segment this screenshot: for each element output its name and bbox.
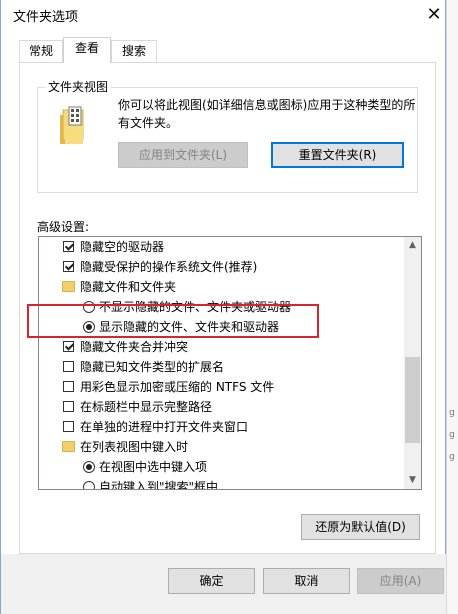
folder-views-description: 你可以将此视图(如详细信息或图标)应用于这种类型的所有文件夹。 — [118, 98, 416, 130]
vertical-scrollbar[interactable]: ▲ ▼ — [404, 237, 421, 489]
list-item-label: 在单独的进程中打开文件夹窗口 — [80, 420, 249, 434]
list-item-label: 在标题栏中显示完整路径 — [80, 400, 213, 414]
window-title: 文件夹选项 — [13, 10, 79, 25]
list-item-label: 隐藏受保护的操作系统文件(推荐) — [80, 260, 258, 274]
folder-view-icon — [60, 106, 84, 144]
checkbox[interactable] — [63, 421, 74, 432]
tab-view[interactable]: 查看 — [63, 37, 111, 63]
reset-folders-button[interactable]: 重置文件夹(R) — [271, 142, 404, 168]
advanced-settings-label: 高级设置: — [37, 220, 90, 234]
ok-button[interactable]: 确定 — [168, 568, 255, 594]
checkbox[interactable] — [63, 381, 74, 392]
list-item-label: 在视图中选中键入项 — [99, 460, 208, 474]
checkbox[interactable] — [63, 241, 74, 252]
background-window-right-strip: g g g — [446, 0, 458, 614]
list-item-label: 用彩色显示加密或压缩的 NTFS 文件 — [80, 380, 275, 394]
folder-icon — [62, 281, 75, 292]
list-item-label: 在列表视图中键入时 — [80, 440, 189, 454]
annotation-highlight-box — [27, 304, 319, 338]
apply-to-folders-button[interactable]: 应用到文件夹(L) — [118, 142, 248, 168]
close-icon[interactable]: ✕ — [421, 0, 447, 30]
list-item-label: 隐藏文件夹合并冲突 — [80, 340, 189, 354]
apply-button[interactable]: 应用(A) — [357, 568, 444, 594]
checkbox[interactable] — [63, 341, 74, 352]
advanced-settings-list[interactable]: 隐藏空的驱动器 隐藏受保护的操作系统文件(推荐) 隐藏文件和文件夹 不显示隐藏的… — [38, 236, 422, 490]
list-item-label: 隐藏空的驱动器 — [80, 240, 165, 254]
radio-button[interactable] — [83, 461, 95, 473]
background-mark: g — [449, 430, 455, 440]
restore-defaults-button[interactable]: 还原为默认值(D) — [301, 514, 420, 540]
list-item-label: 隐藏文件和文件夹 — [80, 280, 177, 294]
background-mark: g — [449, 452, 455, 462]
checkbox[interactable] — [63, 361, 74, 372]
background-mark: g — [449, 408, 455, 418]
folder-views-label: 文件夹视图 — [45, 78, 112, 95]
scrollbar-thumb[interactable] — [405, 357, 420, 443]
scroll-up-icon[interactable]: ▲ — [404, 237, 421, 254]
cancel-button[interactable]: 取消 — [263, 568, 350, 594]
folder-options-dialog: 文件夹选项 ✕ 常规 查看 搜索 文件夹视图 你可以将此视图(如详细信息或图标)… — [0, 0, 447, 614]
scroll-down-icon[interactable]: ▼ — [404, 472, 421, 489]
checkbox[interactable] — [63, 261, 74, 272]
radio-button[interactable] — [83, 481, 95, 489]
list-item-label: 隐藏已知文件类型的扩展名 — [80, 360, 225, 374]
folder-icon — [62, 441, 75, 452]
checkbox[interactable] — [63, 401, 74, 412]
tab-search[interactable]: 搜索 — [111, 40, 157, 62]
list-item-label: 自动键入到"搜索"框中 — [99, 480, 219, 490]
tab-general[interactable]: 常规 — [19, 40, 63, 62]
